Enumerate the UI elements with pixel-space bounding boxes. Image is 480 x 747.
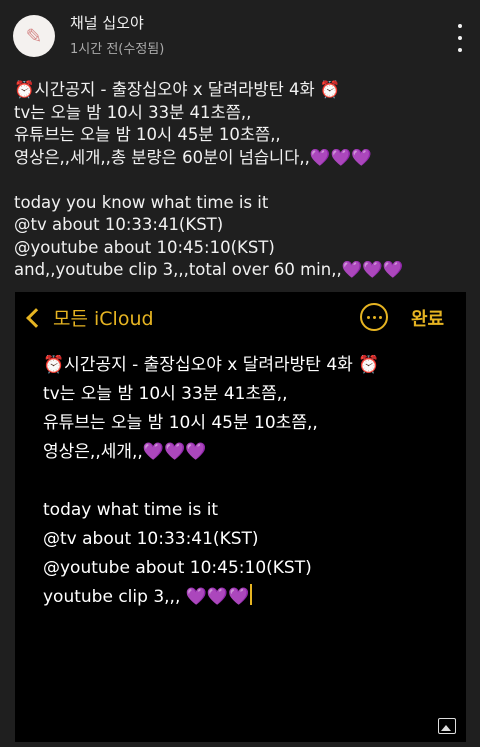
more-options-button[interactable] <box>450 24 470 52</box>
post-line: tv는 오늘 밤 10시 33분 41초쯤,, <box>14 102 252 122</box>
post-line: @youtube about 10:45:10(KST) <box>14 237 275 257</box>
post-body: ⏰시간공지 - 출장십오야 x 달려라방탄 4화 ⏰ tv는 오늘 밤 10시 … <box>14 79 474 282</box>
channel-name[interactable]: 채널 십오야 <box>70 12 144 33</box>
post-timestamp: 1시간 전(수정됨) <box>70 42 165 57</box>
avatar-drawing-icon: ✎ <box>25 24 43 48</box>
note-line: @youtube about 10:45:10(KST) <box>43 558 312 578</box>
note-line: @tv about 10:33:41(KST) <box>43 529 259 549</box>
post-line: ⏰시간공지 - 출장십오야 x 달려라방탄 4화 ⏰ <box>14 80 341 99</box>
note-line: ⏰시간공지 - 출장십오야 x 달려라방탄 4화 ⏰ <box>43 355 380 375</box>
note-body: ⏰시간공지 - 출장십오야 x 달려라방탄 4화 ⏰ tv는 오늘 밤 10시 … <box>43 351 463 612</box>
circle-ellipsis-icon <box>360 303 388 331</box>
note-blank-line <box>43 467 463 496</box>
more-dot-icon <box>458 48 462 52</box>
post-header: ✎ 채널 십오야 1시간 전(수정됨) <box>0 0 480 70</box>
post-line: today you know what time is it <box>14 192 269 212</box>
text-cursor <box>250 584 253 605</box>
post-line: 영상은,,세개,,총 분량은 60분이 넘습니다,,💜💜💜 <box>14 147 372 167</box>
ellipsis-dot-icon <box>372 315 376 319</box>
ellipsis-dot-icon <box>366 315 370 319</box>
more-dot-icon <box>458 24 462 28</box>
notes-toolbar: 모든 iCloud 완료 <box>15 292 466 344</box>
note-line: today what time is it <box>43 500 219 520</box>
done-button: 완료 <box>411 309 445 330</box>
post-line: @tv about 10:33:41(KST) <box>14 215 224 234</box>
channel-avatar[interactable]: ✎ <box>13 15 55 57</box>
image-icon[interactable] <box>438 718 456 734</box>
note-line: 유튜브는 오늘 밤 10시 45분 10초쯤,, <box>43 413 318 433</box>
post-line: and,,youtube clip 3,,,total over 60 min,… <box>14 260 404 279</box>
post-line: 유튜브는 오늘 밤 10시 45분 10초쯤,, <box>14 125 281 144</box>
note-line: tv는 오늘 밤 10시 33분 41초쯤,, <box>43 384 288 404</box>
back-button: 모든 iCloud <box>23 304 154 331</box>
note-line: youtube clip 3,,, 💜💜💜 <box>43 587 250 607</box>
note-line: 영상은,,세개,,💜💜💜 <box>43 442 207 462</box>
note-line-with-cursor: youtube clip 3,,, 💜💜💜 <box>43 583 463 612</box>
ellipsis-dot-icon <box>378 315 382 319</box>
post-image[interactable]: 모든 iCloud 완료 ⏰시간공지 - 출장십오야 x 달려라방탄 4화 ⏰ … <box>15 292 466 742</box>
more-dot-icon <box>458 36 462 40</box>
back-label: 모든 iCloud <box>53 308 154 330</box>
chevron-left-icon <box>26 307 46 328</box>
